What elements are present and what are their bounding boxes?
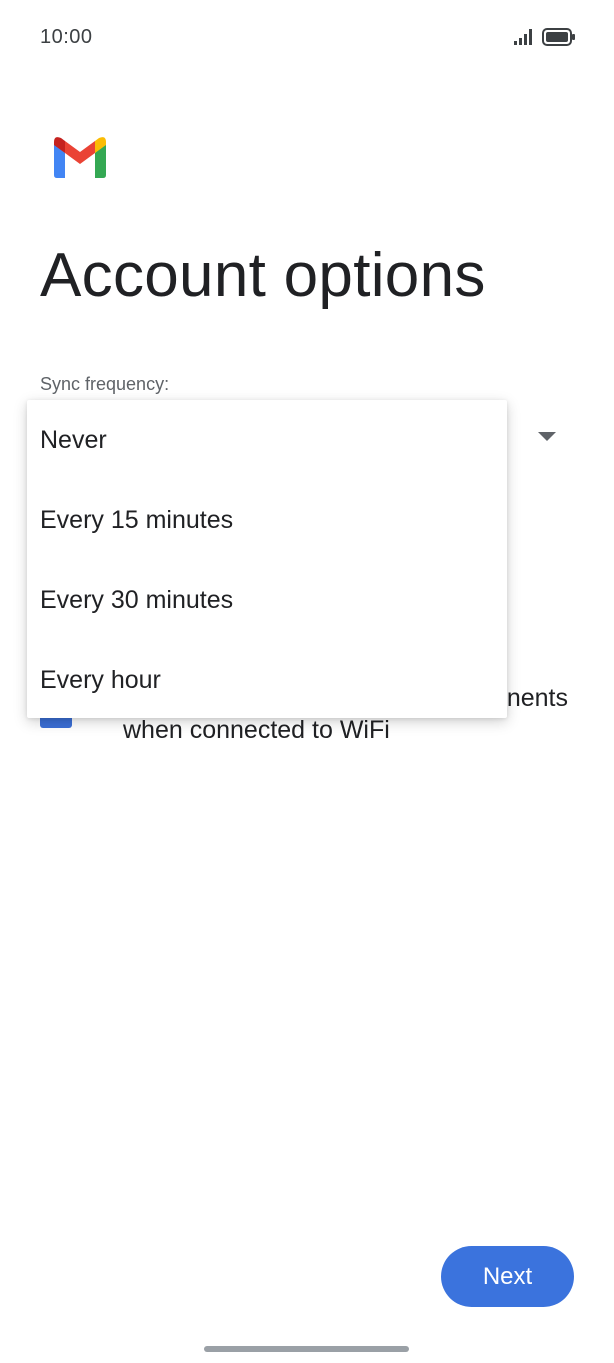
battery-icon xyxy=(542,28,575,46)
home-indicator[interactable] xyxy=(204,1346,409,1352)
status-icons xyxy=(514,28,576,46)
page-title: Account options xyxy=(40,241,486,310)
checkbox-label-line2: when connected to WiFi xyxy=(123,716,390,744)
sync-frequency-label: Sync frequency: xyxy=(40,374,170,394)
signal-icon xyxy=(514,29,532,45)
dropdown-arrow-icon[interactable] xyxy=(538,432,556,441)
screen: 10:00 Account options Sync frequency: ne… xyxy=(0,0,614,1363)
menu-item-every-hour[interactable]: Every hour xyxy=(27,640,507,720)
menu-item-every-30-minutes[interactable]: Every 30 minutes xyxy=(27,560,507,640)
next-button[interactable]: Next xyxy=(441,1246,574,1307)
status-time: 10:00 xyxy=(40,26,93,48)
gmail-logo-icon xyxy=(54,137,106,178)
menu-item-never[interactable]: Never xyxy=(27,400,507,480)
sync-frequency-menu: Never Every 15 minutes Every 30 minutes … xyxy=(27,400,507,718)
menu-item-every-15-minutes[interactable]: Every 15 minutes xyxy=(27,480,507,560)
